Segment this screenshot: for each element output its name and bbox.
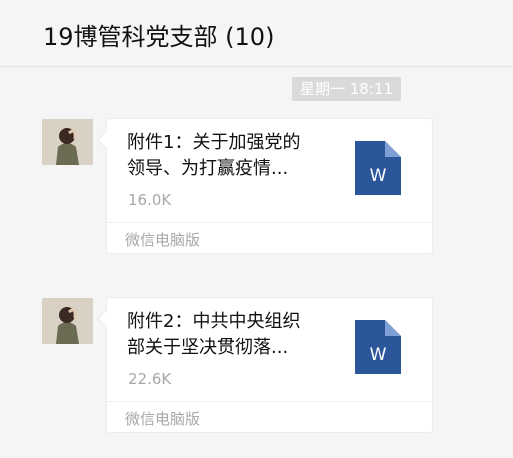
chat-header: 19博管科党支部 (10) bbox=[0, 0, 513, 67]
file-message-bubble[interactable]: 附件1：关于加强党的 领导、为打赢疫情... 16.0K W 微信电脑版 bbox=[106, 118, 433, 254]
file-size: 16.0K bbox=[128, 191, 172, 209]
sender-avatar[interactable] bbox=[42, 298, 93, 344]
word-document-icon: W bbox=[355, 141, 401, 195]
file-name: 附件1：关于加强党的 领导、为打赢疫情... bbox=[127, 130, 342, 182]
file-name-line-1: 附件2：中共中央组织 bbox=[127, 311, 301, 332]
sender-avatar[interactable] bbox=[42, 119, 93, 165]
word-document-icon: W bbox=[355, 320, 401, 374]
file-name-line-1: 附件1：关于加强党的 bbox=[127, 132, 301, 153]
message-source: 微信电脑版 bbox=[125, 410, 201, 428]
file-name: 附件2：中共中央组织 部关于坚决贯彻落... bbox=[127, 309, 342, 361]
word-icon-letter: W bbox=[370, 345, 387, 365]
bubble-divider bbox=[107, 222, 432, 223]
bubble-divider bbox=[107, 401, 432, 402]
word-icon-letter: W bbox=[370, 166, 387, 186]
file-size: 22.6K bbox=[128, 370, 172, 388]
message-source: 微信电脑版 bbox=[125, 231, 201, 249]
file-name-line-2: 部关于坚决贯彻落... bbox=[127, 337, 289, 358]
file-name-line-2: 领导、为打赢疫情... bbox=[127, 158, 289, 179]
file-message-bubble[interactable]: 附件2：中共中央组织 部关于坚决贯彻落... 22.6K W 微信电脑版 bbox=[106, 297, 433, 433]
chat-title: 19博管科党支部 (10) bbox=[43, 23, 275, 51]
timestamp-divider: 星期一 18:11 bbox=[292, 77, 401, 101]
